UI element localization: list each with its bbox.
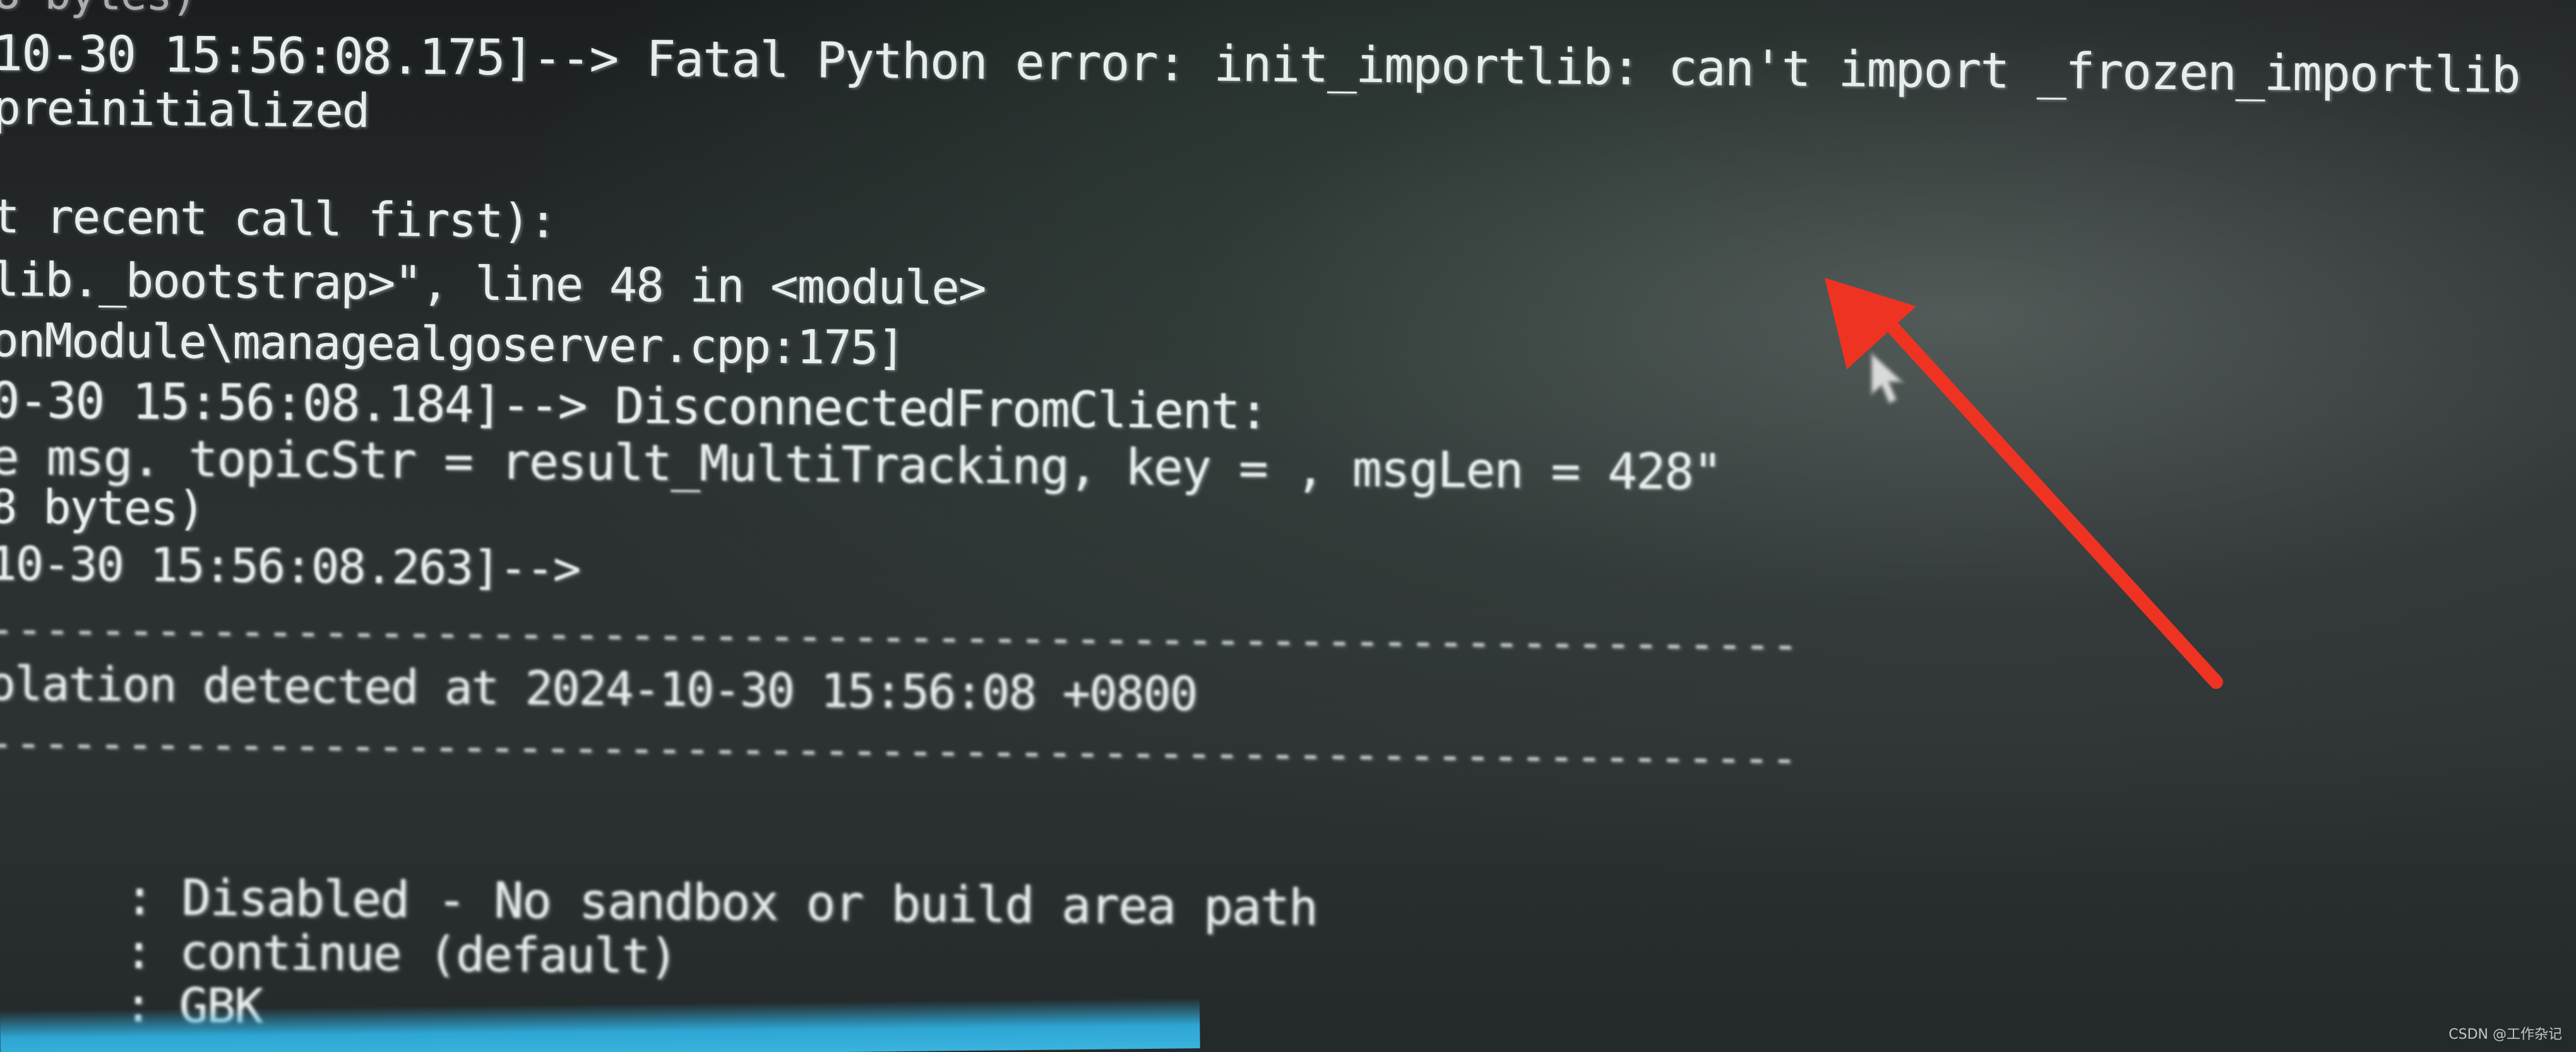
arrow-annotation-icon bbox=[1825, 278, 2223, 689]
terminal-line: lib._bootstrap>", line 48 in <module> bbox=[0, 252, 986, 316]
terminal-line-violation: olation detected at 2024-10-30 15:56:08 … bbox=[0, 656, 1197, 722]
photographed-monitor: 8 bytes) 10-30 15:56:08.175]--> Fatal Py… bbox=[0, 0, 2576, 1052]
terminal-line: onModule\managealgoserver.cpp:175] bbox=[0, 313, 905, 376]
terminal-line: preinitialized bbox=[0, 80, 369, 139]
terminal-line-fatal-error: 10-30 15:56:08.175]--> Fatal Python erro… bbox=[0, 25, 2520, 104]
watermark: CSDN @工作杂记 bbox=[2448, 1027, 2562, 1043]
terminal-line: : continue (default) bbox=[124, 923, 677, 984]
terminal-line-traceback-header: t recent call first): bbox=[0, 189, 556, 249]
terminal-line: 0-30 15:56:08.184]--> DisconnectedFromCl… bbox=[0, 372, 1268, 441]
terminal-line: 10-30 15:56:08.263]--> bbox=[0, 536, 580, 597]
terminal-line: 8 bytes) bbox=[0, 0, 197, 21]
terminal-line: 8 bytes) bbox=[0, 479, 205, 536]
terminal-separator: ----------------------------------------… bbox=[0, 716, 1799, 784]
terminal-line: e msg. topicStr = result_MultiTracking, … bbox=[0, 429, 1722, 501]
